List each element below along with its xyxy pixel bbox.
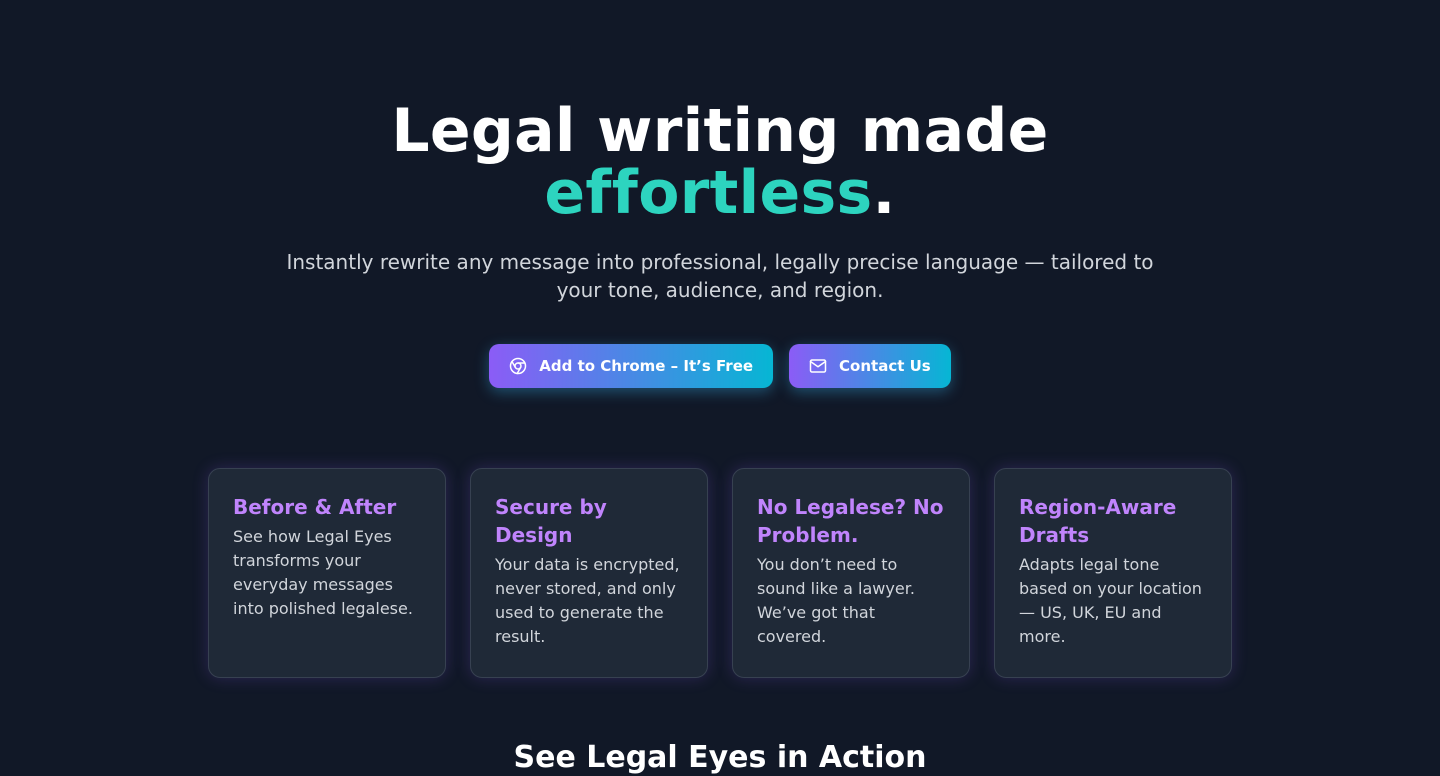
add-to-chrome-button[interactable]: Add to Chrome – It’s Free (489, 344, 774, 388)
headline-text: Legal writing made (391, 96, 1049, 166)
feature-card-title: No Legalese? No Problem. (757, 495, 944, 547)
feature-card-text: See how Legal Eyes transforms your every… (233, 527, 413, 618)
contact-us-button[interactable]: Contact Us (789, 344, 951, 388)
feature-card-text: Adapts legal tone based on your location… (1019, 555, 1202, 646)
contact-us-label: Contact Us (839, 357, 931, 375)
feature-cards: Before & After See how Legal Eyes transf… (208, 468, 1232, 678)
section-title: See Legal Eyes in Action (513, 740, 927, 775)
feature-card-before-after: Before & After See how Legal Eyes transf… (208, 468, 446, 678)
feature-card-secure: Secure by Design Your data is encrypted,… (470, 468, 708, 678)
feature-card-title: Region-Aware Drafts (1019, 495, 1177, 547)
chrome-icon (509, 357, 527, 375)
headline-period: . (872, 158, 896, 228)
mail-icon (809, 357, 827, 375)
headline-accent: effortless (544, 158, 873, 228)
add-to-chrome-label: Add to Chrome – It’s Free (539, 357, 754, 375)
hero-headline: Legal writing made effortless. (0, 100, 1440, 224)
feature-card-title: Secure by Design (495, 495, 607, 547)
cta-button-row: Add to Chrome – It’s Free Contact Us (0, 344, 1440, 388)
feature-card-region-aware: Region-Aware Drafts Adapts legal tone ba… (994, 468, 1232, 678)
feature-card-title: Before & After (233, 495, 397, 519)
feature-card-no-legalese: No Legalese? No Problem. You don’t need … (732, 468, 970, 678)
feature-card-text: You don’t need to sound like a lawyer. W… (757, 555, 915, 646)
feature-card-text: Your data is encrypted, never stored, an… (495, 555, 680, 646)
hero-subtitle: Instantly rewrite any message into profe… (286, 250, 1154, 302)
